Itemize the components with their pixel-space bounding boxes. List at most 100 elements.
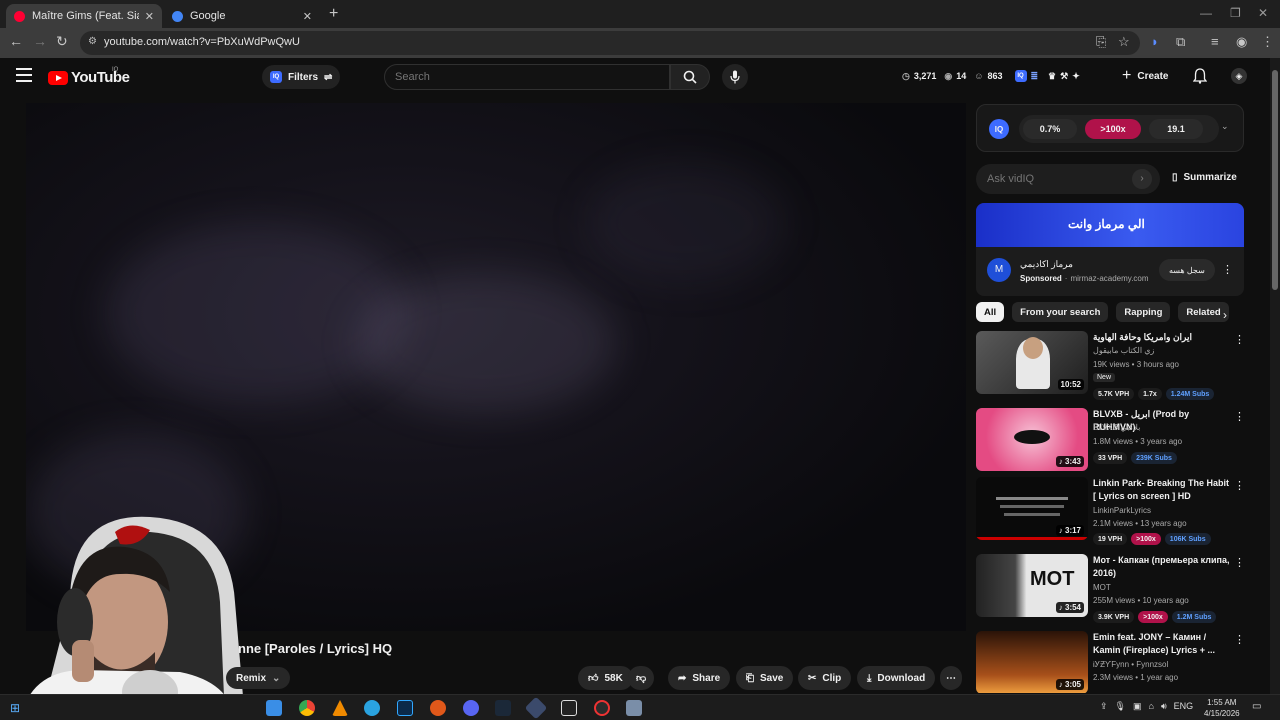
restore-icon[interactable]: ❐ bbox=[1230, 6, 1241, 20]
ask-vidiq-box[interactable]: › bbox=[976, 164, 1160, 194]
more-actions-button[interactable]: ⋯ bbox=[940, 666, 962, 690]
vidiq-icon[interactable]: IQ bbox=[1014, 70, 1027, 82]
app-diamond-icon[interactable] bbox=[524, 696, 548, 720]
obs-icon[interactable] bbox=[594, 700, 610, 716]
firefox-icon[interactable] bbox=[430, 700, 446, 716]
notification-center-icon[interactable]: ▭ bbox=[1252, 701, 1261, 712]
back-icon[interactable]: ← bbox=[9, 33, 23, 49]
youtube-logo[interactable]: YouTube IQ bbox=[48, 67, 130, 86]
more-options-icon[interactable]: ⋮ bbox=[1234, 633, 1245, 646]
expand-chevron-icon[interactable]: ⌄ bbox=[1221, 121, 1229, 132]
tab-google[interactable]: Google ✕ bbox=[164, 4, 320, 28]
search-button[interactable] bbox=[670, 64, 710, 90]
chip-related[interactable]: Related bbox=[1178, 302, 1229, 322]
engagement-pill[interactable]: 0.7% bbox=[1023, 119, 1077, 139]
channel-name[interactable]: LinkinParkLyrics bbox=[1093, 506, 1151, 515]
list-item[interactable]: 10:52 ايران وامريكا وحافة الهاوية زي الك… bbox=[976, 331, 1246, 401]
tray-mic-icon[interactable]: 🎙︎ bbox=[1115, 701, 1126, 712]
channel-name[interactable]: ᎥᎩƵƳFynn • Fynnzsol bbox=[1093, 660, 1168, 670]
forward-icon[interactable]: → bbox=[33, 33, 47, 49]
install-app-icon[interactable]: ⎘ bbox=[1096, 34, 1106, 50]
chip-from-your-search[interactable]: From your search bbox=[1012, 302, 1109, 322]
site-info-icon[interactable]: ⚙ bbox=[88, 36, 97, 47]
filters-button[interactable]: IQ Filters ⇌ bbox=[262, 65, 341, 89]
recommendation-title[interactable]: Emin feat. JONY – Камин / Kamin (Firepla… bbox=[1093, 631, 1231, 657]
vlc-icon[interactable] bbox=[332, 700, 348, 716]
more-options-icon[interactable]: ⋮ bbox=[1234, 333, 1245, 346]
channel-name[interactable]: BLVXB بلاكبي bbox=[1093, 423, 1140, 432]
more-menu-icon[interactable]: ⋮ bbox=[1261, 34, 1274, 50]
video-thumbnail[interactable]: ♪ 3:17 bbox=[976, 477, 1088, 540]
list-item[interactable]: ♪ 3:43 BLVXB - ابريل (Prod by RUHMVN) BL… bbox=[976, 408, 1246, 471]
vidiq-badge[interactable]: IQ bbox=[989, 119, 1009, 139]
ad-cta-button[interactable]: سجل هسه bbox=[1159, 259, 1215, 281]
new-tab-plus-icon[interactable]: + bbox=[329, 5, 338, 23]
score-pill[interactable]: 19.1 bbox=[1149, 119, 1203, 139]
scrollbar-thumb[interactable] bbox=[1272, 70, 1278, 290]
photoshop-icon[interactable] bbox=[397, 700, 413, 716]
like-button[interactable]: 👍︎ 58K bbox=[578, 666, 633, 690]
account-avatar[interactable]: ◈ bbox=[1231, 68, 1247, 84]
extensions-puzzle-icon[interactable]: ⧉ bbox=[1176, 34, 1185, 50]
chips-next-chevron-icon[interactable]: › bbox=[1223, 308, 1227, 322]
bookmark-star-icon[interactable]: ☆ bbox=[1118, 34, 1130, 50]
reading-list-icon[interactable]: ≡ bbox=[1211, 34, 1219, 49]
channel-name[interactable]: زي الكتاب مابيقول bbox=[1093, 346, 1154, 355]
recommendation-title[interactable]: Linkin Park- Breaking The Habit [ Lyrics… bbox=[1093, 477, 1231, 503]
hamburger-menu-icon[interactable] bbox=[16, 68, 32, 82]
taskbar-clock[interactable]: 1:55 AM 4/15/2026 bbox=[1204, 697, 1240, 719]
file-explorer-icon[interactable] bbox=[266, 700, 282, 716]
omnibox[interactable]: ⚙ youtube.com/watch?v=PbXuWdPwQwU bbox=[80, 31, 1140, 55]
list-item[interactable]: ♪ 3:17 Linkin Park- Breaking The Habit [… bbox=[976, 477, 1246, 545]
trophy-icon[interactable]: ♛ bbox=[1048, 71, 1056, 82]
windows-start-icon[interactable]: ⊞ bbox=[10, 701, 20, 715]
search-box[interactable] bbox=[384, 64, 670, 90]
share-button[interactable]: ➦ Share bbox=[668, 666, 731, 690]
capcut-icon[interactable] bbox=[561, 700, 577, 716]
notifications-bell-icon[interactable] bbox=[1193, 68, 1207, 84]
discord-icon[interactable] bbox=[463, 700, 479, 716]
tray-icon[interactable]: ⇪ bbox=[1100, 701, 1108, 712]
ad-more-icon[interactable]: ⋮ bbox=[1222, 263, 1233, 276]
outlier-pill[interactable]: >100x bbox=[1085, 119, 1141, 139]
reload-icon[interactable]: ↻ bbox=[56, 33, 68, 50]
video-thumbnail[interactable]: ♪ 3:05 bbox=[976, 631, 1088, 693]
summarize-button[interactable]: ▯ Summarize bbox=[1172, 172, 1237, 183]
video-thumbnail[interactable]: MOT ♪ 3:54 bbox=[976, 554, 1088, 617]
list-icon[interactable]: ≣ bbox=[1031, 71, 1039, 82]
chip-rapping[interactable]: Rapping bbox=[1116, 302, 1171, 322]
minimize-icon[interactable]: — bbox=[1200, 6, 1212, 20]
list-item[interactable]: ♪ 3:05 Emin feat. JONY – Камин / Kamin (… bbox=[976, 631, 1246, 693]
close-tab-icon[interactable]: ✕ bbox=[303, 10, 312, 23]
chip-all[interactable]: All bbox=[976, 302, 1005, 322]
more-options-icon[interactable]: ⋮ bbox=[1234, 556, 1245, 569]
more-options-icon[interactable]: ⋮ bbox=[1234, 479, 1245, 492]
tray-camera-icon[interactable]: ▣ bbox=[1133, 701, 1142, 712]
save-button[interactable]: ⎗ Save bbox=[736, 666, 794, 690]
steam-icon[interactable] bbox=[495, 700, 511, 716]
dislike-button[interactable]: 👎︎ bbox=[628, 666, 655, 690]
ask-vidiq-input[interactable] bbox=[987, 173, 1117, 185]
recommendation-title[interactable]: Мот - Капкан (премьера клипа, 2016) bbox=[1093, 554, 1231, 580]
tray-volume-icon[interactable]: 🔊︎ bbox=[1161, 701, 1167, 712]
search-input[interactable] bbox=[395, 71, 655, 83]
sponsored-ad[interactable]: الي مرماز وانت M مرماز اكاديمي Sponsored… bbox=[976, 203, 1244, 296]
tools-icon[interactable]: ⚒ bbox=[1060, 71, 1068, 82]
video-thumbnail[interactable]: 10:52 bbox=[976, 331, 1088, 394]
remix-button[interactable]: Remix ⌄ bbox=[226, 667, 291, 689]
more-options-icon[interactable]: ⋮ bbox=[1234, 410, 1245, 423]
app-window-icon[interactable] bbox=[626, 700, 642, 716]
create-button[interactable]: + Create bbox=[1122, 67, 1168, 85]
send-chevron-icon[interactable]: › bbox=[1132, 169, 1152, 189]
download-button[interactable]: ⤓ Download bbox=[857, 666, 936, 690]
list-item[interactable]: MOT ♪ 3:54 Мот - Капкан (премьера клипа,… bbox=[976, 554, 1246, 624]
page-scrollbar[interactable] bbox=[1270, 58, 1280, 694]
tray-network-icon[interactable]: ⌂ bbox=[1149, 701, 1154, 712]
voice-search-button[interactable] bbox=[722, 64, 748, 90]
tray-lang[interactable]: ENG bbox=[1174, 701, 1194, 712]
close-tab-icon[interactable]: ✕ bbox=[145, 10, 154, 23]
close-window-icon[interactable]: ✕ bbox=[1258, 6, 1268, 20]
video-thumbnail[interactable]: ♪ 3:43 bbox=[976, 408, 1088, 471]
chrome-icon[interactable] bbox=[299, 700, 315, 716]
tab-youtube[interactable]: Maître Gims (Feat. Sia) - Je Te P ✕ bbox=[6, 4, 162, 28]
